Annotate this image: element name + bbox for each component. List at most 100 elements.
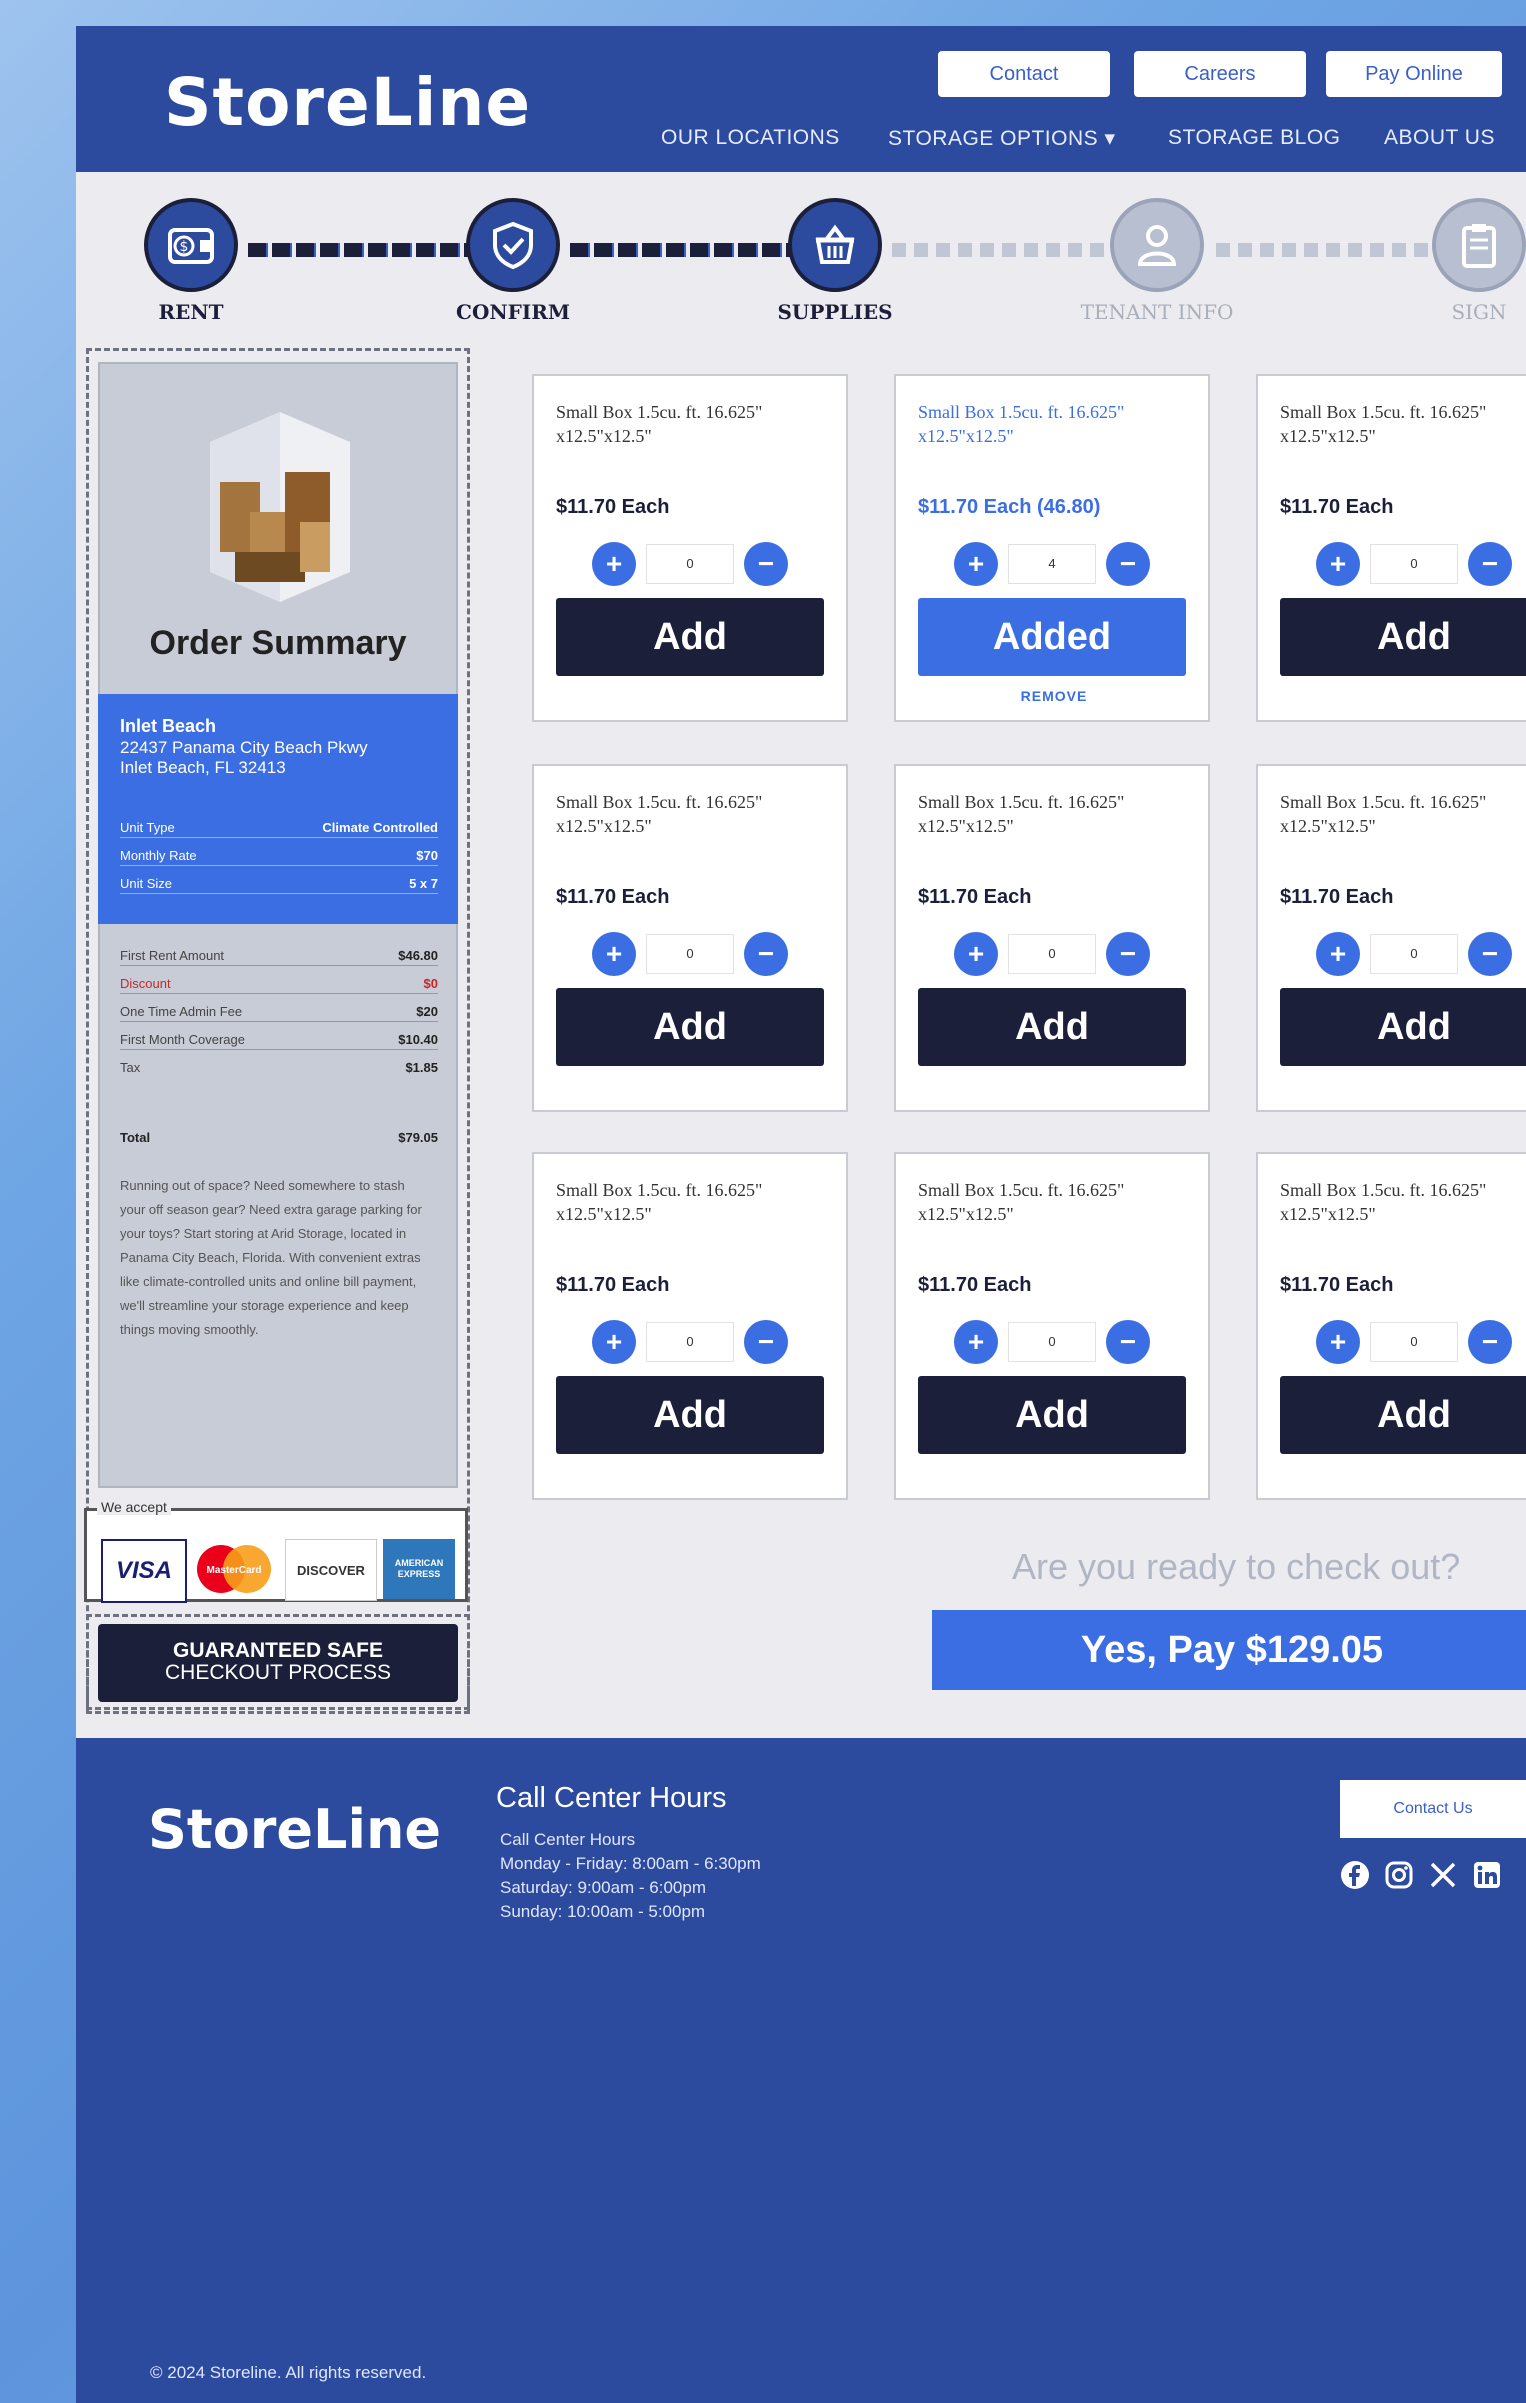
quantity-input[interactable]: 0 (646, 1322, 734, 1362)
fee-label: One Time Admin Fee (120, 1004, 243, 1019)
minus-icon: − (1119, 548, 1137, 579)
location-blurb: Running out of space? Need somewhere to … (120, 1178, 422, 1337)
product-card: Small Box 1.5cu. ft. 16.625" x12.5"x12.5… (894, 764, 1210, 1112)
quantity-input[interactable]: 0 (646, 934, 734, 974)
checkout-question: Are you ready to check out? (1012, 1546, 1461, 1587)
minus-icon: − (757, 938, 775, 969)
quantity-input[interactable]: 0 (1370, 934, 1458, 974)
fee-value: $1.85 (405, 1060, 438, 1075)
row-value: $70 (416, 848, 438, 863)
quantity-input[interactable]: 4 (1008, 544, 1096, 584)
x-icon[interactable] (1426, 1858, 1460, 1892)
increase-quantity-button[interactable]: + (592, 542, 636, 586)
site-header: StoreLine Contact Careers Pay Online OUR… (76, 26, 1526, 172)
add-to-order-button[interactable]: Add (556, 1376, 824, 1454)
product-price: $11.70 Each (1280, 496, 1394, 518)
product-price: $11.70 Each (556, 886, 670, 908)
decrease-quantity-button[interactable]: − (1468, 542, 1512, 586)
decrease-quantity-button[interactable]: − (1106, 932, 1150, 976)
plus-icon: + (967, 548, 985, 579)
facebook-icon[interactable] (1338, 1858, 1372, 1892)
decrease-quantity-button[interactable]: − (744, 1320, 788, 1364)
step-tenant-info[interactable] (1110, 198, 1204, 292)
quantity-input[interactable]: 0 (1370, 544, 1458, 584)
product-price: $11.70 Each (556, 1274, 670, 1296)
nav-our-locations[interactable]: OUR LOCATIONS (661, 126, 840, 150)
decrease-quantity-button[interactable]: − (744, 542, 788, 586)
quantity-input[interactable]: 0 (1370, 1322, 1458, 1362)
increase-quantity-button[interactable]: + (1316, 1320, 1360, 1364)
add-to-order-button[interactable]: Add (1280, 598, 1526, 676)
monthly-rate-row: Monthly Rate $70 (120, 848, 438, 866)
brand-logo[interactable]: StoreLine (164, 64, 531, 141)
increase-quantity-button[interactable]: + (592, 1320, 636, 1364)
minus-icon: − (1119, 938, 1137, 969)
pay-button[interactable]: Yes, Pay $129.05 (932, 1610, 1526, 1690)
plus-icon: + (605, 548, 623, 579)
increase-quantity-button[interactable]: + (1316, 542, 1360, 586)
footer-hours-line: Call Center Hours (500, 1830, 636, 1849)
increase-quantity-button[interactable]: + (954, 1320, 998, 1364)
nav-storage-options[interactable]: STORAGE OPTIONS ▾ (888, 126, 1116, 151)
quantity-input[interactable]: 0 (1008, 1322, 1096, 1362)
instagram-icon[interactable] (1382, 1858, 1416, 1892)
guaranteed-safe-badge: GUARANTEED SAFE CHECKOUT PROCESS (98, 1624, 458, 1702)
svg-text:$: $ (180, 239, 189, 255)
wallet-icon: $ (168, 228, 214, 264)
product-name: Small Box 1.5cu. ft. 16.625" x12.5"x12.5… (918, 402, 1125, 446)
quantity-input[interactable]: 0 (1008, 934, 1096, 974)
plus-icon: + (605, 938, 623, 969)
pay-online-button[interactable]: Pay Online (1326, 51, 1502, 97)
step-sign[interactable] (1432, 198, 1526, 292)
discover-icon: DISCOVER (285, 1539, 377, 1601)
product-card: Small Box 1.5cu. ft. 16.625" x12.5"x12.5… (532, 1152, 848, 1500)
increase-quantity-button[interactable]: + (1316, 932, 1360, 976)
guarantee-line-2: CHECKOUT PROCESS (165, 1661, 391, 1684)
location-address: 22437 Panama City Beach Pkwy Inlet Beach… (120, 738, 368, 777)
fee-row: One Time Admin Fee $20 (120, 1004, 438, 1022)
mastercard-icon: MasterCard (191, 1539, 277, 1599)
clipboard-icon (1462, 224, 1496, 268)
product-name: Small Box 1.5cu. ft. 16.625" x12.5"x12.5… (1280, 402, 1487, 446)
add-to-order-button[interactable]: Add (556, 988, 824, 1066)
decrease-quantity-button[interactable]: − (1468, 932, 1512, 976)
decrease-quantity-button[interactable]: − (1468, 1320, 1512, 1364)
step-label-sign: SIGN (1451, 300, 1507, 324)
product-name: Small Box 1.5cu. ft. 16.625" x12.5"x12.5… (1280, 792, 1487, 836)
product-name: Small Box 1.5cu. ft. 16.625" x12.5"x12.5… (918, 792, 1125, 836)
add-to-order-button[interactable]: Add (1280, 1376, 1526, 1454)
increase-quantity-button[interactable]: + (954, 932, 998, 976)
decrease-quantity-button[interactable]: − (1106, 1320, 1150, 1364)
contact-button[interactable]: Contact (938, 51, 1110, 97)
linkedin-icon[interactable] (1470, 1858, 1504, 1892)
step-rent[interactable]: $ (144, 198, 238, 292)
increase-quantity-button[interactable]: + (954, 542, 998, 586)
add-to-order-button[interactable]: Add (918, 988, 1186, 1066)
location-name: Inlet Beach (120, 716, 217, 736)
shield-check-icon (493, 221, 533, 270)
nav-storage-blog[interactable]: STORAGE BLOG (1168, 126, 1341, 150)
careers-button[interactable]: Careers (1134, 51, 1306, 97)
product-card: Small Box 1.5cu. ft. 16.625" x12.5"x12.5… (1256, 1152, 1526, 1500)
decrease-quantity-button[interactable]: − (744, 932, 788, 976)
remove-link[interactable]: REMOVE (896, 688, 1212, 704)
product-card: Small Box 1.5cu. ft. 16.625" x12.5"x12.5… (532, 764, 848, 1112)
add-to-order-button[interactable]: Add (1280, 988, 1526, 1066)
increase-quantity-button[interactable]: + (592, 932, 636, 976)
add-to-order-button[interactable]: Add (556, 598, 824, 676)
fee-label: Tax (120, 1060, 141, 1075)
add-to-order-button[interactable]: Added (918, 598, 1186, 676)
step-supplies[interactable] (788, 198, 882, 292)
nav-about-us[interactable]: ABOUT US (1384, 126, 1495, 150)
page: StoreLine Contact Careers Pay Online OUR… (76, 26, 1526, 2403)
step-confirm[interactable] (466, 198, 560, 292)
step-label-rent: RENT (158, 300, 224, 324)
decrease-quantity-button[interactable]: − (1106, 542, 1150, 586)
product-price: $11.70 Each (1280, 886, 1394, 908)
quantity-input[interactable]: 0 (646, 544, 734, 584)
footer-contact-button[interactable]: Contact Us (1340, 1780, 1526, 1838)
footer-logo[interactable]: StoreLine (148, 1798, 441, 1861)
product-name: Small Box 1.5cu. ft. 16.625" x12.5"x12.5… (556, 1180, 763, 1224)
plus-icon: + (967, 1326, 985, 1357)
add-to-order-button[interactable]: Add (918, 1376, 1186, 1454)
